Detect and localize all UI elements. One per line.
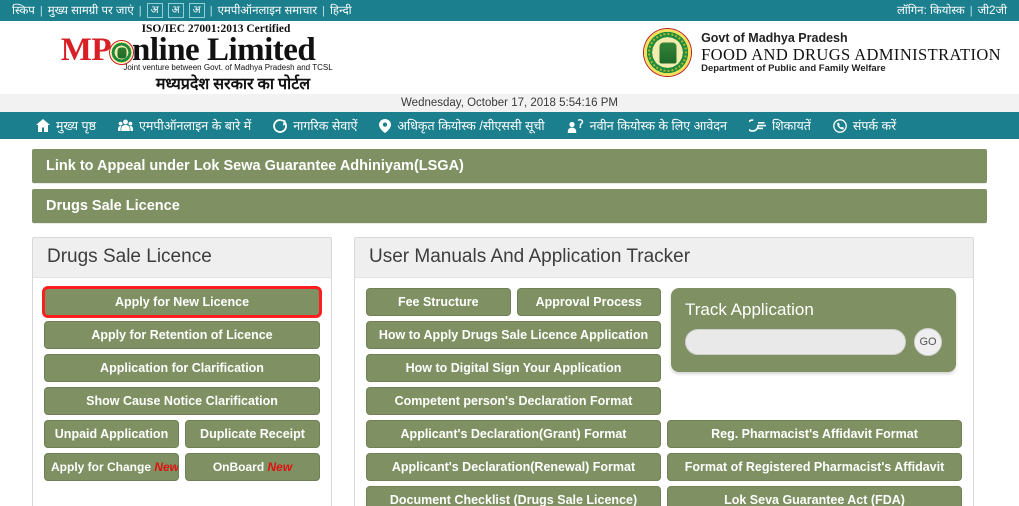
skip-to-main-content-link[interactable]: मुख्य सामग्री पर जाएं [48,3,134,18]
approval-process-button[interactable]: Approval Process [516,288,661,316]
location-pin-icon [379,118,392,133]
track-application-box: Track Application GO [671,288,956,372]
page-content: Link to Appeal under Lok Sewa Guarantee … [0,139,1019,506]
nav-item-new-kiosk-application[interactable]: नवीन कियोस्क के लिए आवेदन [567,117,727,134]
nav-item-kiosk-list[interactable]: अधिकृत कियोस्क /सीएससी सूची [379,117,545,134]
font-size-large-button[interactable]: अ [188,3,205,18]
format-registered-pharmacist-affidavit-button[interactable]: Format of Registered Pharmacist's Affida… [667,453,962,481]
tracker-column: Track Application GO [671,288,956,420]
news-link[interactable]: एमपीऑनलाइन समाचार [218,3,318,18]
main-navigation: मुख्य पृष्ठ एमपीऑनलाइन के बारे में नागरि… [0,112,1019,139]
how-to-digital-sign-button[interactable]: How to Digital Sign Your Application [366,354,661,382]
manuals-and-tracker-grid: Fee Structure Approval Process How to Ap… [366,288,962,420]
nav-item-home[interactable]: मुख्य पृष्ठ [36,117,96,134]
nav-label: अधिकृत कियोस्क /सीएससी सूची [397,119,545,133]
button-row-fee-approval: Fee Structure Approval Process [366,288,661,321]
drugs-sale-licence-banner[interactable]: Drugs Sale Licence [32,189,987,223]
lok-seva-guarantee-act-button[interactable]: Lok Seva Guarantee Act (FDA) [667,486,962,506]
competent-person-declaration-button[interactable]: Competent person's Declaration Format [366,387,661,415]
topbar-left-group: स्किप | मुख्य सामग्री पर जाएं | अ अ अ | … [12,3,352,18]
fda-govt-line: Govt of Madhya Pradesh [701,30,848,45]
nav-label: मुख्य पृष्ठ [56,119,96,133]
track-application-row: GO [685,328,942,356]
language-link[interactable]: हिन्दी [330,3,352,18]
show-cause-notice-clarification-button[interactable]: Show Cause Notice Clarification [44,387,320,415]
drugs-sale-licence-panel: Drugs Sale Licence Apply for New Licence… [32,237,332,506]
circle-arrow-icon [273,118,288,133]
login-kiosk-link[interactable]: लॉगिन: कियोस्क [897,3,965,18]
fda-department-line: Department of Public and Family Welfare [701,62,886,74]
header-logo-band: ISO/IEC 27001:2013 Certified MP nline Li… [0,21,1019,94]
apply-for-new-licence-button[interactable]: Apply for New Licence [42,286,322,318]
nav-label: शिकायतें [771,119,811,133]
current-datetime: Wednesday, October 17, 2018 5:54:16 PM [0,94,1019,112]
madhya-pradesh-emblem-icon [644,29,692,76]
nav-item-complaints[interactable]: शिकायतें [748,117,811,134]
new-badge: New [154,460,179,474]
nav-label: एमपीऑनलाइन के बारे में [138,119,252,133]
button-row-checklist-lsga: Document Checklist (Drugs Sale Licence) … [366,486,962,506]
separator: | [322,4,325,17]
applicant-declaration-renewal-button[interactable]: Applicant's Declaration(Renewal) Format [366,453,661,481]
application-for-clarification-button[interactable]: Application for Clarification [44,354,320,382]
page-root: स्किप | मुख्य सामग्री पर जाएं | अ अ अ | … [0,0,1019,506]
home-icon [36,119,50,132]
track-application-title: Track Application [685,300,814,319]
panels-container: Drugs Sale Licence Apply for New Licence… [14,229,1005,506]
button-row-change-onboard: Apply for Change New OnBoard New [44,453,320,486]
accessibility-topbar: स्किप | मुख्य सामग्री पर जाएं | अ अ अ | … [0,0,1019,21]
how-to-apply-button[interactable]: How to Apply Drugs Sale Licence Applicat… [366,321,661,349]
panel-body-left: Apply for New Licence Apply for Retentio… [33,278,331,498]
skip-link[interactable]: स्किप [12,3,35,18]
separator: | [138,4,142,17]
track-go-button[interactable]: GO [914,328,942,356]
separator: | [969,4,973,17]
people-icon [117,119,133,132]
separator: | [209,4,213,17]
onboard-label: OnBoard [212,460,268,474]
fee-structure-button[interactable]: Fee Structure [366,288,511,316]
panel-body-right: Fee Structure Approval Process How to Ap… [355,278,973,506]
font-size-medium-button[interactable]: अ [167,3,184,18]
panel-title-right: User Manuals And Application Tracker [355,238,973,278]
portal-tagline: मध्यप्रदेश सरकार का पोर्टल [155,76,311,93]
fda-text-block: Govt of Madhya Pradesh FOOD AND DRUGS AD… [701,31,1001,75]
mp-emblem-icon [109,40,135,65]
manuals-column: Fee Structure Approval Process How to Ap… [366,288,661,420]
nav-label: संपर्क करें [852,119,897,133]
button-row-declaration-renewal: Applicant's Declaration(Renewal) Format … [366,453,962,486]
duplicate-receipt-button[interactable]: Duplicate Receipt [185,420,320,448]
nav-label: नवीन कियोस्क के लिए आवेदन [589,119,727,133]
apply-for-change-button[interactable]: Apply for Change New [44,453,179,481]
reg-pharmacist-affidavit-button[interactable]: Reg. Pharmacist's Affidavit Format [667,420,962,448]
phone-icon [833,118,847,133]
onboard-button[interactable]: OnBoard New [185,453,320,481]
button-row-declaration-grant: Applicant's Declaration(Grant) Format Re… [366,420,962,453]
panel-title-left: Drugs Sale Licence [33,238,331,278]
document-checklist-button[interactable]: Document Checklist (Drugs Sale Licence) [366,486,661,506]
nav-item-contact[interactable]: संपर्क करें [833,117,896,134]
lsga-appeal-banner[interactable]: Link to Appeal under Lok Sewa Guarantee … [32,149,987,183]
applicant-declaration-grant-button[interactable]: Applicant's Declaration(Grant) Format [366,420,661,448]
fda-branding: Govt of Madhya Pradesh FOOD AND DRUGS AD… [644,29,1001,76]
person-question-icon [567,118,584,133]
mponline-logo[interactable]: ISO/IEC 27001:2013 Certified MP nline Li… [18,23,358,94]
complaint-icon [748,119,766,132]
button-row-unpaid-duplicate: Unpaid Application Duplicate Receipt [44,420,320,453]
nav-item-citizen-services[interactable]: नागरिक सेवाऐं [273,117,357,134]
separator: | [39,4,43,17]
apply-for-change-label: Apply for Change [51,460,155,474]
nav-item-about[interactable]: एमपीऑनलाइन के बारे में [117,117,252,134]
nav-label: नागरिक सेवाऐं [293,119,358,133]
font-size-small-button[interactable]: अ [146,3,163,18]
mp-text: MP [60,32,112,68]
track-application-input[interactable] [685,329,906,355]
topbar-right-group: लॉगिन: कियोस्क | जी2जी [897,3,1007,18]
fda-title-line: FOOD AND DRUGS ADMINISTRATION [701,44,1001,64]
user-manuals-panel: User Manuals And Application Tracker Fee… [354,237,974,506]
unpaid-application-button[interactable]: Unpaid Application [44,420,179,448]
login-g2g-link[interactable]: जी2जी [978,3,1007,18]
new-badge: New [267,460,293,474]
apply-for-retention-button[interactable]: Apply for Retention of Licence [44,321,320,349]
